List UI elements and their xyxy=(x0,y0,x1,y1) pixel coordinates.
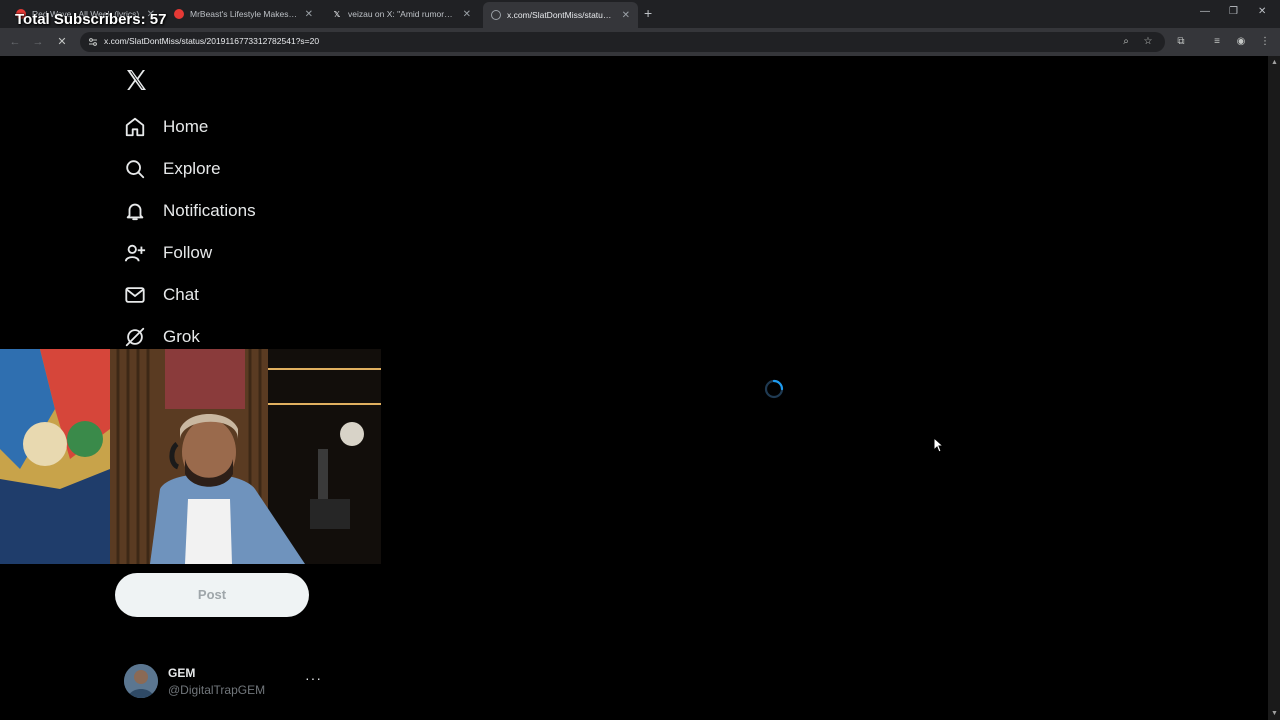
tab-title: x.com/SlatDontMiss/status/20 xyxy=(507,10,616,20)
sidebar-item-label: Home xyxy=(163,117,209,136)
minimize-icon[interactable]: — xyxy=(1200,6,1210,17)
close-window-icon[interactable]: ✕ xyxy=(1258,6,1266,17)
sidebar-item-explore[interactable]: Explore xyxy=(124,155,221,183)
zoom-icon[interactable]: ⌕ xyxy=(1119,35,1133,49)
x-page: Home Explore Notifications Follow Chat G… xyxy=(0,56,1268,720)
site-settings-icon[interactable] xyxy=(88,37,98,47)
new-tab-button[interactable]: + xyxy=(644,5,652,21)
scroll-up-icon[interactable]: ▲ xyxy=(1271,59,1278,66)
grok-icon xyxy=(125,327,145,347)
account-name: GEM xyxy=(168,666,196,680)
account-switcher[interactable]: GEM @DigitalTrapGEM ··· xyxy=(124,664,324,700)
account-handle: @DigitalTrapGEM xyxy=(168,683,266,697)
sidebar-item-home[interactable]: Home xyxy=(124,113,208,141)
restore-icon[interactable]: ❐ xyxy=(1229,6,1238,17)
tab-title: veizau on X: "Amid rumors of b xyxy=(348,9,457,19)
bell-icon xyxy=(126,203,144,221)
stop-icon[interactable]: ✕ xyxy=(54,34,70,50)
x-icon: 𝕏 xyxy=(333,9,341,19)
page-scrollbar[interactable]: ▲ ▼ xyxy=(1268,56,1280,720)
avatar xyxy=(124,664,158,698)
webcam-overlay xyxy=(0,349,381,564)
sidebar-item-grok[interactable]: Grok xyxy=(124,323,200,351)
sidebar-item-notifications[interactable]: Notifications xyxy=(124,197,256,225)
scroll-down-icon[interactable]: ▼ xyxy=(1271,710,1278,717)
tab-strip: Red Wave - All Week (lyrics) ✕ MrBeast's… xyxy=(0,0,1280,28)
sidebar-item-label: Chat xyxy=(163,285,199,304)
media-controls-icon[interactable]: ≡ xyxy=(1210,35,1224,49)
bookmark-star-icon[interactable]: ☆ xyxy=(1141,35,1155,49)
back-icon[interactable]: ← xyxy=(7,34,23,50)
mail-icon xyxy=(125,287,145,303)
tab-active-status[interactable]: x.com/SlatDontMiss/status/20 ✕ xyxy=(483,2,638,28)
search-icon xyxy=(126,160,145,179)
profile-icon[interactable]: ◉ xyxy=(1234,35,1248,49)
sidebar-item-label: Explore xyxy=(163,159,221,178)
tab-mrbeast[interactable]: MrBeast's Lifestyle Makes Avera ✕ xyxy=(166,4,321,24)
sidebar-item-label: Follow xyxy=(163,243,213,262)
url-text: x.com/SlatDontMiss/status/20191167733127… xyxy=(104,36,320,46)
tab-veizau[interactable]: 𝕏 veizau on X: "Amid rumors of b ✕ xyxy=(324,4,479,24)
loading-spinner-icon xyxy=(764,379,784,399)
browser-toolbar: ← → ✕ x.com/SlatDontMiss/status/20191167… xyxy=(0,28,1280,56)
close-icon[interactable]: ✕ xyxy=(305,9,313,20)
post-button[interactable]: Post xyxy=(115,573,309,617)
sidebar-item-chat[interactable]: Chat xyxy=(124,281,199,309)
x-logo-icon[interactable] xyxy=(124,68,148,92)
follow-icon xyxy=(124,244,146,262)
sidebar-item-label: Grok xyxy=(163,327,200,346)
home-icon xyxy=(125,117,145,137)
forward-icon[interactable]: → xyxy=(30,34,46,50)
globe-icon xyxy=(491,10,501,20)
sidebar-item-follow[interactable]: Follow xyxy=(124,239,212,267)
youtube-icon xyxy=(174,9,184,19)
extensions-icon[interactable]: ⧉ xyxy=(1174,35,1188,49)
browser-window: Red Wave - All Week (lyrics) ✕ MrBeast's… xyxy=(0,0,1280,720)
close-icon[interactable]: ✕ xyxy=(622,10,630,21)
menu-icon[interactable]: ⋮ xyxy=(1258,35,1272,49)
close-icon[interactable]: ✕ xyxy=(463,9,471,20)
mouse-cursor-icon xyxy=(933,437,943,453)
more-options-icon[interactable]: ··· xyxy=(305,670,322,686)
sidebar-item-label: Notifications xyxy=(163,201,256,220)
tab-title: MrBeast's Lifestyle Makes Avera xyxy=(190,9,299,19)
address-bar[interactable]: x.com/SlatDontMiss/status/20191167733127… xyxy=(80,32,1165,52)
subscriber-count-overlay: Total Subscribers: 57 xyxy=(15,11,167,28)
